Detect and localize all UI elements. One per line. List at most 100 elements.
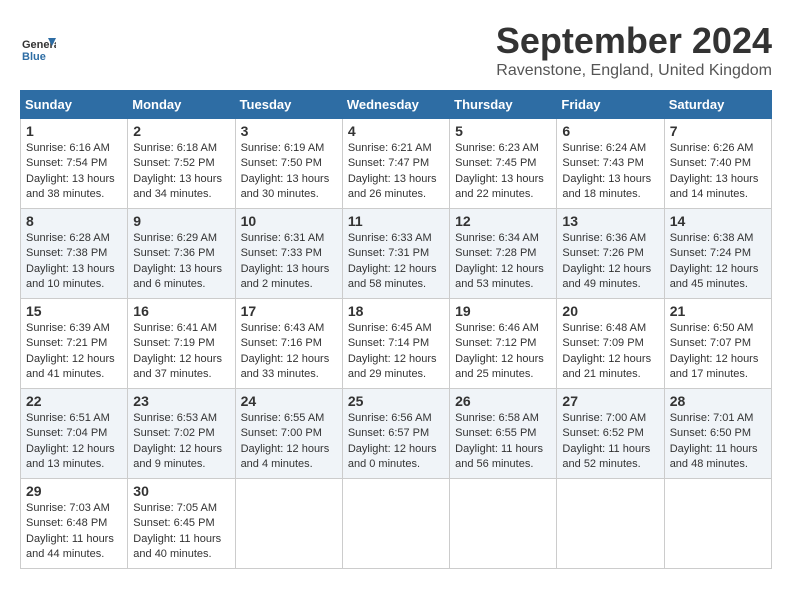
weekday-header-row: SundayMondayTuesdayWednesdayThursdayFrid… — [21, 91, 772, 119]
day-number: 29 — [26, 483, 122, 499]
calendar-cell: 1 Sunrise: 6:16 AM Sunset: 7:54 PM Daylig… — [21, 119, 128, 209]
calendar-cell — [664, 479, 771, 569]
day-number: 18 — [348, 303, 444, 319]
calendar-cell — [450, 479, 557, 569]
calendar-cell: 8 Sunrise: 6:28 AM Sunset: 7:38 PM Daylig… — [21, 209, 128, 299]
day-number: 14 — [670, 213, 766, 229]
day-info: Sunrise: 6:46 AM Sunset: 7:12 PM Dayligh… — [455, 321, 551, 383]
day-info: Sunrise: 7:00 AM Sunset: 6:52 PM Dayligh… — [562, 411, 658, 473]
calendar-cell: 22Sunrise: 6:51 AM Sunset: 7:04 PM Dayli… — [21, 389, 128, 479]
day-number: 12 — [455, 213, 551, 229]
calendar-week-row: 15 Sunrise: 6:39 AM Sunset: 7:21 PM Dayli… — [21, 299, 772, 389]
calendar-cell: 10 Sunrise: 6:31 AM Sunset: 7:33 PM Dayli… — [235, 209, 342, 299]
weekday-header-friday: Friday — [557, 91, 664, 119]
day-number: 17 — [241, 303, 337, 319]
calendar-cell: 17 Sunrise: 6:43 AM Sunset: 7:16 PM Dayli… — [235, 299, 342, 389]
day-number: 1 — [26, 123, 122, 139]
calendar-cell: 28 Sunrise: 7:01 AM Sunset: 6:50 PM Dayli… — [664, 389, 771, 479]
day-info: Sunrise: 6:56 AM Sunset: 6:57 PM Dayligh… — [348, 411, 444, 473]
day-number: 22 — [26, 393, 122, 409]
day-number: 11 — [348, 213, 444, 229]
calendar-cell — [235, 479, 342, 569]
day-number: 8 — [26, 213, 122, 229]
day-info: Sunrise: 6:45 AM Sunset: 7:14 PM Dayligh… — [348, 321, 444, 383]
calendar-cell — [557, 479, 664, 569]
calendar-cell: 29 Sunrise: 7:03 AM Sunset: 6:48 PM Dayli… — [21, 479, 128, 569]
calendar-week-row: 29 Sunrise: 7:03 AM Sunset: 6:48 PM Dayli… — [21, 479, 772, 569]
calendar-cell: 18 Sunrise: 6:45 AM Sunset: 7:14 PM Dayli… — [342, 299, 449, 389]
day-info: Sunrise: 6:38 AM Sunset: 7:24 PM Dayligh… — [670, 231, 766, 293]
calendar-cell: 5Sunrise: 6:23 AM Sunset: 7:45 PM Daylig… — [450, 119, 557, 209]
day-info: Sunrise: 6:31 AM Sunset: 7:33 PM Dayligh… — [241, 231, 337, 293]
day-number: 30 — [133, 483, 229, 499]
calendar-cell: 20 Sunrise: 6:48 AM Sunset: 7:09 PM Dayli… — [557, 299, 664, 389]
day-info: Sunrise: 6:55 AM Sunset: 7:00 PM Dayligh… — [241, 411, 337, 473]
day-number: 23 — [133, 393, 229, 409]
day-info: Sunrise: 6:26 AM Sunset: 7:40 PM Dayligh… — [670, 141, 766, 203]
day-info: Sunrise: 6:43 AM Sunset: 7:16 PM Dayligh… — [241, 321, 337, 383]
day-number: 3 — [241, 123, 337, 139]
calendar-cell — [342, 479, 449, 569]
calendar-week-row: 8 Sunrise: 6:28 AM Sunset: 7:38 PM Daylig… — [21, 209, 772, 299]
day-number: 13 — [562, 213, 658, 229]
day-number: 20 — [562, 303, 658, 319]
calendar-cell: 11 Sunrise: 6:33 AM Sunset: 7:31 PM Dayli… — [342, 209, 449, 299]
day-info: Sunrise: 6:58 AM Sunset: 6:55 PM Dayligh… — [455, 411, 551, 473]
calendar-cell: 27Sunrise: 7:00 AM Sunset: 6:52 PM Dayli… — [557, 389, 664, 479]
day-number: 10 — [241, 213, 337, 229]
logo: General Blue — [20, 30, 60, 66]
calendar-cell: 12 Sunrise: 6:34 AM Sunset: 7:28 PM Dayli… — [450, 209, 557, 299]
calendar-cell: 4Sunrise: 6:21 AM Sunset: 7:47 PM Daylig… — [342, 119, 449, 209]
location: Ravenstone, England, United Kingdom — [496, 62, 772, 80]
day-info: Sunrise: 6:39 AM Sunset: 7:21 PM Dayligh… — [26, 321, 122, 383]
day-number: 4 — [348, 123, 444, 139]
calendar-cell: 25Sunrise: 6:56 AM Sunset: 6:57 PM Dayli… — [342, 389, 449, 479]
calendar-cell: 26 Sunrise: 6:58 AM Sunset: 6:55 PM Dayli… — [450, 389, 557, 479]
calendar-cell: 16Sunrise: 6:41 AM Sunset: 7:19 PM Dayli… — [128, 299, 235, 389]
day-info: Sunrise: 6:36 AM Sunset: 7:26 PM Dayligh… — [562, 231, 658, 293]
calendar-cell: 14 Sunrise: 6:38 AM Sunset: 7:24 PM Dayli… — [664, 209, 771, 299]
calendar-cell: 23 Sunrise: 6:53 AM Sunset: 7:02 PM Dayli… — [128, 389, 235, 479]
day-info: Sunrise: 6:34 AM Sunset: 7:28 PM Dayligh… — [455, 231, 551, 293]
day-number: 26 — [455, 393, 551, 409]
title-block: September 2024 Ravenstone, England, Unit… — [496, 20, 772, 80]
logo-icon: General Blue — [20, 30, 56, 66]
day-number: 2 — [133, 123, 229, 139]
day-number: 5 — [455, 123, 551, 139]
day-number: 21 — [670, 303, 766, 319]
calendar-cell: 3 Sunrise: 6:19 AM Sunset: 7:50 PM Daylig… — [235, 119, 342, 209]
calendar-cell: 13 Sunrise: 6:36 AM Sunset: 7:26 PM Dayli… — [557, 209, 664, 299]
weekday-header-saturday: Saturday — [664, 91, 771, 119]
calendar-cell: 30 Sunrise: 7:05 AM Sunset: 6:45 PM Dayli… — [128, 479, 235, 569]
month-title: September 2024 — [496, 20, 772, 62]
svg-text:Blue: Blue — [22, 51, 46, 63]
day-info: Sunrise: 7:05 AM Sunset: 6:45 PM Dayligh… — [133, 501, 229, 563]
day-info: Sunrise: 6:16 AM Sunset: 7:54 PM Dayligh… — [26, 141, 122, 203]
day-info: Sunrise: 6:18 AM Sunset: 7:52 PM Dayligh… — [133, 141, 229, 203]
day-info: Sunrise: 6:28 AM Sunset: 7:38 PM Dayligh… — [26, 231, 122, 293]
weekday-header-thursday: Thursday — [450, 91, 557, 119]
page-header: General Blue September 2024 Ravenstone, … — [20, 20, 772, 80]
day-info: Sunrise: 6:48 AM Sunset: 7:09 PM Dayligh… — [562, 321, 658, 383]
calendar-week-row: 22Sunrise: 6:51 AM Sunset: 7:04 PM Dayli… — [21, 389, 772, 479]
day-info: Sunrise: 6:41 AM Sunset: 7:19 PM Dayligh… — [133, 321, 229, 383]
weekday-header-sunday: Sunday — [21, 91, 128, 119]
calendar-table: SundayMondayTuesdayWednesdayThursdayFrid… — [20, 90, 772, 569]
day-number: 24 — [241, 393, 337, 409]
calendar-cell: 2 Sunrise: 6:18 AM Sunset: 7:52 PM Daylig… — [128, 119, 235, 209]
day-info: Sunrise: 6:19 AM Sunset: 7:50 PM Dayligh… — [241, 141, 337, 203]
calendar-cell: 6Sunrise: 6:24 AM Sunset: 7:43 PM Daylig… — [557, 119, 664, 209]
day-number: 7 — [670, 123, 766, 139]
weekday-header-tuesday: Tuesday — [235, 91, 342, 119]
calendar-cell: 21 Sunrise: 6:50 AM Sunset: 7:07 PM Dayli… — [664, 299, 771, 389]
day-number: 9 — [133, 213, 229, 229]
day-info: Sunrise: 6:53 AM Sunset: 7:02 PM Dayligh… — [133, 411, 229, 473]
day-info: Sunrise: 7:01 AM Sunset: 6:50 PM Dayligh… — [670, 411, 766, 473]
day-info: Sunrise: 6:50 AM Sunset: 7:07 PM Dayligh… — [670, 321, 766, 383]
weekday-header-wednesday: Wednesday — [342, 91, 449, 119]
day-number: 15 — [26, 303, 122, 319]
calendar-week-row: 1 Sunrise: 6:16 AM Sunset: 7:54 PM Daylig… — [21, 119, 772, 209]
day-info: Sunrise: 6:33 AM Sunset: 7:31 PM Dayligh… — [348, 231, 444, 293]
day-info: Sunrise: 7:03 AM Sunset: 6:48 PM Dayligh… — [26, 501, 122, 563]
day-number: 28 — [670, 393, 766, 409]
